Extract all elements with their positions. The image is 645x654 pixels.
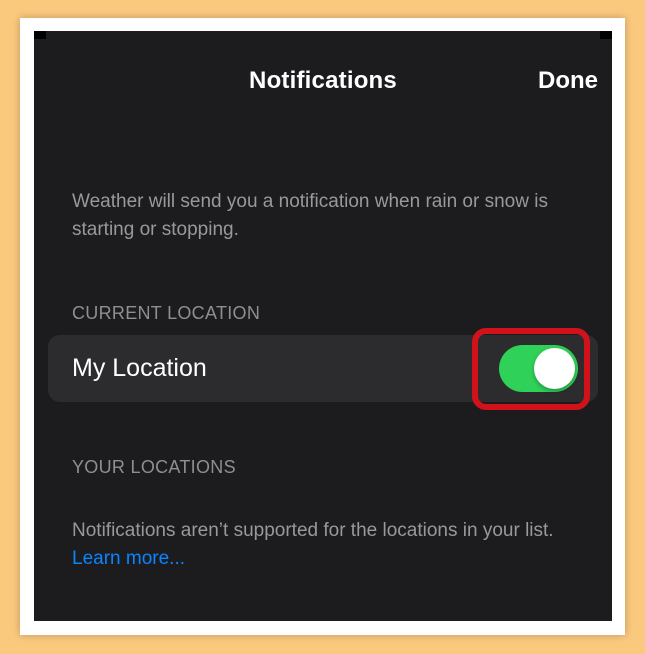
done-button[interactable]: Done xyxy=(538,67,598,95)
my-location-label: My Location xyxy=(72,354,207,382)
phone-screen: Notifications Done Weather will send you… xyxy=(34,31,612,621)
locations-note: Notifications aren’t supported for the l… xyxy=(72,517,562,573)
intro-description: Weather will send you a notification whe… xyxy=(72,191,548,240)
section-header-your-locations: YOUR LOCATIONS xyxy=(72,457,236,477)
highlight-annotation-box xyxy=(472,328,590,410)
screen-corner-left xyxy=(34,31,46,39)
locations-note-text: Notifications aren’t supported for the l… xyxy=(72,520,554,541)
page-title: Notifications xyxy=(249,67,397,94)
learn-more-link[interactable]: Learn more... xyxy=(72,548,185,569)
section-header-current-location: CURRENT LOCATION xyxy=(72,303,261,323)
screen-corner-right xyxy=(600,31,612,39)
